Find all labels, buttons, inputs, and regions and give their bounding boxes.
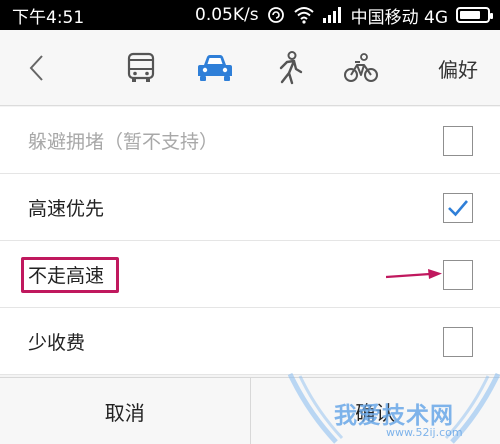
route-toolbar: 偏好: [0, 30, 500, 106]
car-icon: [198, 55, 232, 81]
battery-icon: [456, 7, 493, 23]
mode-car-button[interactable]: [190, 30, 240, 106]
option-less-toll[interactable]: 少收费: [0, 308, 500, 375]
option-label: 高速优先: [28, 197, 105, 220]
battery-level: [460, 11, 480, 19]
bus-icon: [127, 52, 155, 82]
mode-bike-button[interactable]: [340, 30, 382, 106]
walk-icon: [279, 51, 303, 85]
bike-icon: [344, 53, 378, 82]
wifi-icon: [293, 6, 315, 24]
signal-icon: [322, 7, 343, 23]
option-label: 躲避拥堵（暂不支持）: [28, 130, 219, 153]
checkmark-icon: [448, 200, 468, 217]
mode-bus-button[interactable]: [118, 30, 164, 106]
sync-icon: [267, 6, 285, 24]
avoid-congestion-checkbox[interactable]: [443, 126, 473, 156]
network-speed: 0.05K/s: [195, 5, 259, 25]
carrier-label: 中国移动 4G: [350, 7, 448, 28]
preferences-button[interactable]: 偏好: [428, 30, 488, 106]
option-highway-first[interactable]: 高速优先: [0, 174, 500, 241]
status-bar: 下午4:51 0.05K/s 中国移动 4G: [0, 0, 500, 30]
option-avoid-highway[interactable]: 不走高速: [0, 241, 500, 308]
status-time: 下午4:51: [12, 7, 85, 28]
chevron-left-icon: [29, 55, 43, 81]
cancel-button[interactable]: 取消: [0, 378, 250, 444]
avoid-highway-checkbox[interactable]: [443, 260, 473, 290]
mode-walk-button[interactable]: [268, 30, 310, 106]
option-label: 少收费: [28, 331, 86, 354]
back-button[interactable]: [16, 30, 56, 106]
less-toll-checkbox[interactable]: [443, 327, 473, 357]
confirm-button[interactable]: 确认: [249, 378, 500, 444]
annotation-highlight-box: [21, 257, 119, 293]
highway-first-checkbox[interactable]: [443, 193, 473, 223]
route-options-list: 躲避拥堵（暂不支持） 高速优先 不走高速 少收费: [0, 107, 500, 375]
option-avoid-congestion[interactable]: 躲避拥堵（暂不支持）: [0, 107, 500, 174]
bottom-action-bar: 取消 确认: [0, 377, 500, 444]
annotation-arrow: [386, 269, 442, 279]
